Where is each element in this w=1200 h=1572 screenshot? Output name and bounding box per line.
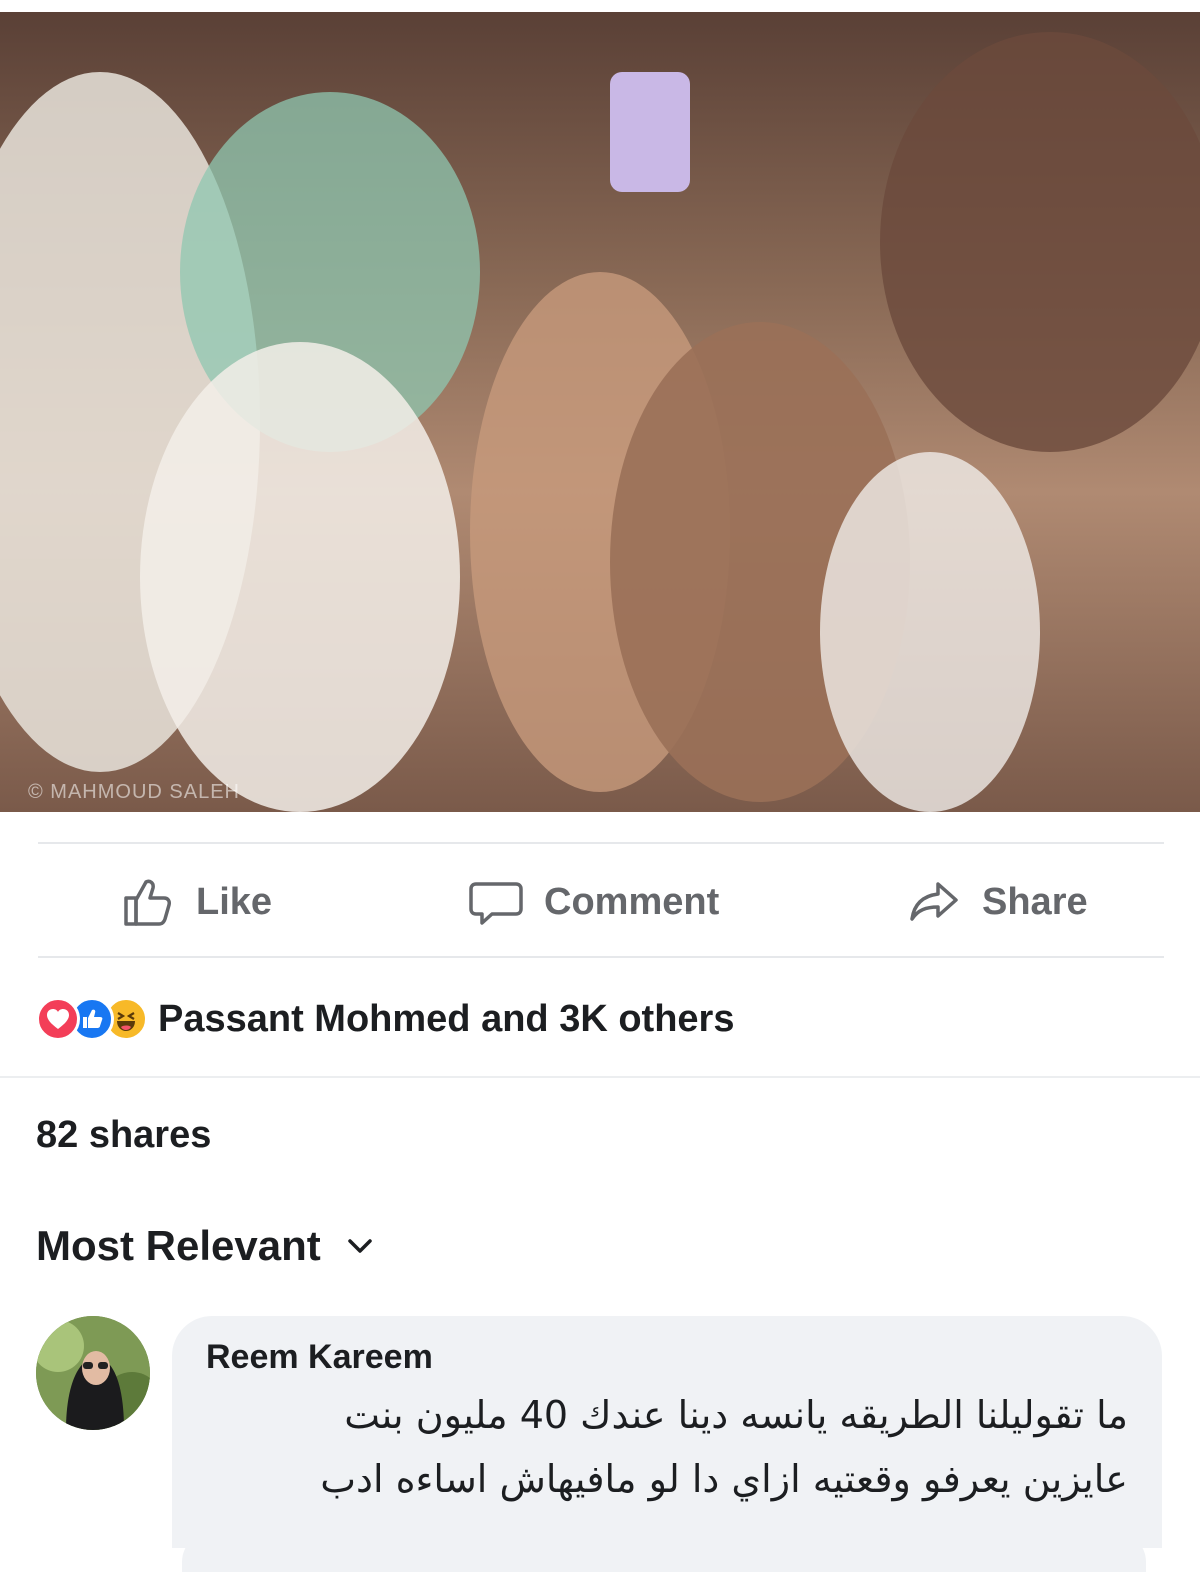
photo-shape bbox=[610, 72, 690, 192]
comment-button[interactable]: Comment bbox=[468, 874, 719, 930]
like-button[interactable]: Like bbox=[120, 874, 272, 930]
share-label: Share bbox=[982, 880, 1088, 923]
reactions-summary-text: Passant Mohmed and 3K others bbox=[158, 997, 735, 1040]
thumbs-up-icon bbox=[124, 879, 171, 926]
comments-sort-dropdown[interactable]: Most Relevant bbox=[36, 1222, 373, 1270]
divider bbox=[38, 842, 1164, 844]
comment-author[interactable]: Reem Kareem bbox=[206, 1338, 1128, 1377]
photo-shape bbox=[140, 342, 460, 812]
photo-watermark: © MAHMOUD SALEH bbox=[28, 781, 240, 803]
love-reaction-icon bbox=[36, 997, 80, 1041]
comment-bubble[interactable]: Reem Kareem ما تقوليلنا الطريقه يانسه دي… bbox=[172, 1316, 1162, 1548]
comment-icon bbox=[469, 882, 523, 925]
share-arrow-icon bbox=[910, 882, 958, 921]
shares-count[interactable]: 82 shares bbox=[36, 1114, 211, 1157]
comment-text-line: عايزين يعرفو وقعتيه ازاي دا لو مافيهاش ا… bbox=[320, 1457, 1128, 1501]
post-photo[interactable]: © MAHMOUD SALEH bbox=[0, 12, 1200, 812]
comment-text-line: ما تقوليلنا الطريقه يانسه دينا عندك 40 م… bbox=[344, 1393, 1128, 1437]
chevron-down-icon bbox=[347, 1239, 372, 1253]
comment-label: Comment bbox=[544, 880, 720, 923]
photo-shape bbox=[880, 32, 1200, 452]
comment-text: ما تقوليلنا الطريقه يانسه دينا عندك 40 م… bbox=[206, 1383, 1128, 1511]
photo-shape bbox=[820, 452, 1040, 812]
divider bbox=[0, 1076, 1200, 1078]
like-label: Like bbox=[196, 880, 273, 923]
reactions-summary[interactable]: Passant Mohmed and 3K others bbox=[36, 994, 734, 1044]
next-comment-bubble[interactable] bbox=[182, 1532, 1146, 1572]
avatar-image bbox=[36, 1316, 150, 1430]
sort-label: Most Relevant bbox=[36, 1222, 321, 1269]
share-button[interactable]: Share bbox=[906, 874, 1088, 930]
post-actions: Like Comment Share bbox=[0, 846, 1200, 956]
avatar[interactable] bbox=[36, 1316, 150, 1430]
divider bbox=[38, 956, 1164, 958]
